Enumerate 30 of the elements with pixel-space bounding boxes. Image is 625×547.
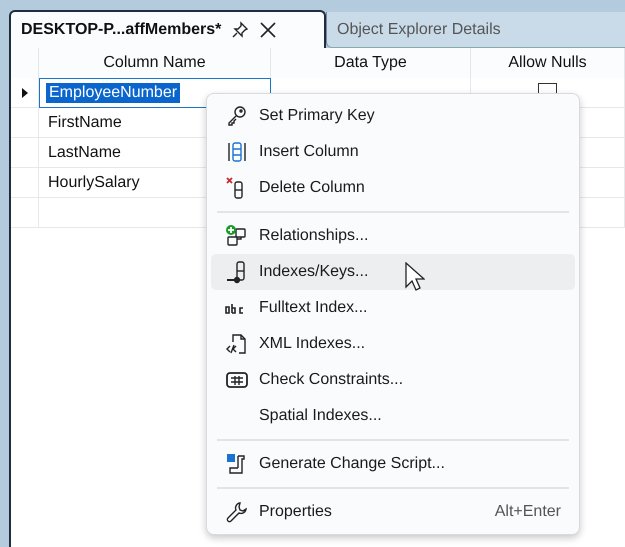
column-header[interactable]: Allow Nulls — [471, 48, 625, 78]
pin-icon[interactable] — [231, 21, 250, 39]
wrench-icon — [225, 500, 249, 524]
row-pointer-icon — [22, 88, 28, 98]
column-header[interactable]: Column Name — [39, 48, 271, 78]
menu-item[interactable]: Generate Change Script... — [211, 446, 575, 482]
menu-item-label: Fulltext Index... — [259, 299, 368, 317]
menu-item-label: Generate Change Script... — [259, 455, 445, 473]
menu-item[interactable]: Properties Alt+Enter — [211, 494, 575, 530]
close-icon[interactable] — [259, 21, 278, 39]
shortcut-text: Alt+Enter — [494, 503, 561, 521]
menu-item[interactable]: XML Indexes... — [211, 326, 575, 362]
text-abc-icon — [225, 302, 244, 314]
menu-item-label: Spatial Indexes... — [259, 407, 382, 425]
document-tab[interactable]: Object Explorer Details — [326, 12, 625, 48]
menu-item[interactable]: Indexes/Keys... — [211, 254, 575, 290]
row-selector[interactable] — [11, 78, 39, 108]
selected-text: EmployeeNumber — [46, 83, 180, 103]
menu-item[interactable]: Fulltext Index... — [211, 290, 575, 326]
menu-item-label: Indexes/Keys... — [259, 263, 368, 281]
document-tab[interactable]: DESKTOP-P...affMembers* — [9, 10, 326, 48]
menu-item-label: Relationships... — [259, 227, 368, 245]
menu-item-label: Properties — [259, 503, 332, 521]
menu-item[interactable]: Spatial Indexes... — [211, 398, 575, 434]
mouse-pointer-icon — [405, 262, 425, 292]
column-header[interactable]: Data Type — [271, 48, 471, 78]
menu-item[interactable]: Relationships... — [211, 218, 575, 254]
menu-item[interactable]: Check Constraints... — [211, 362, 575, 398]
menu-item-label: Check Constraints... — [259, 371, 404, 389]
menu-item-label: XML Indexes... — [259, 335, 366, 353]
